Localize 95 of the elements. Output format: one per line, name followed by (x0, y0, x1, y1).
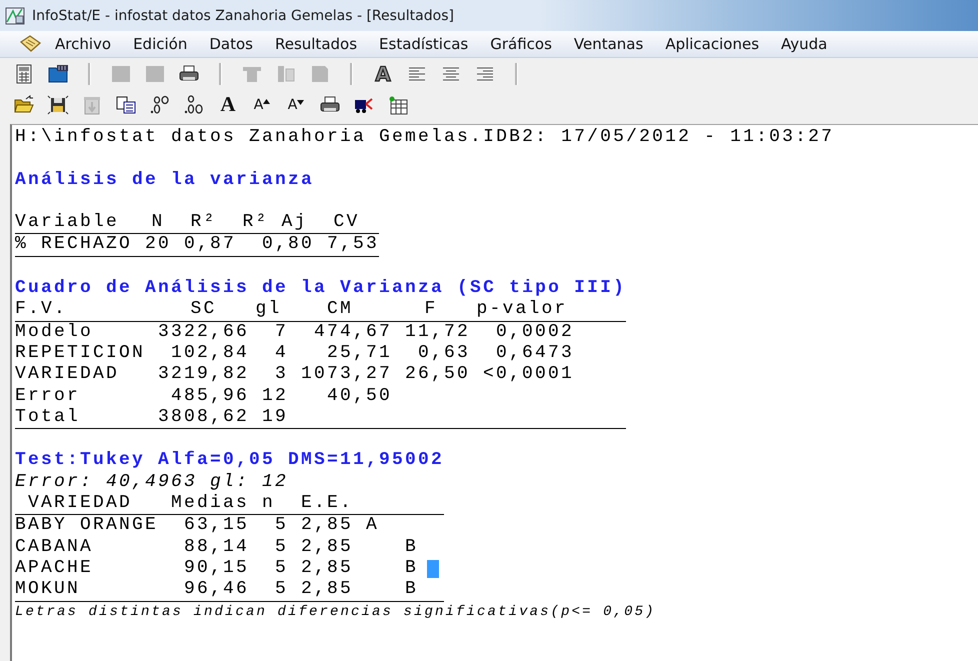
group-letter: B (404, 536, 418, 558)
table-cell-text: 2,85 (300, 515, 353, 537)
table-cell-text: 63,15 (182, 515, 249, 537)
table-cell-text: <0,0001 (482, 364, 574, 386)
table-cell-text: 40,50 (326, 386, 392, 407)
column-header: F.V. (15, 299, 68, 321)
menu-item[interactable]: Estadísticas (368, 35, 480, 53)
column-header: E.E. (300, 493, 353, 514)
table-cell: 20 (145, 234, 171, 256)
copy-icon (115, 94, 137, 116)
table-cell-text: 2,85 (300, 536, 353, 558)
table-cell-text: 11,72 (404, 322, 470, 343)
table-cell-text: 88,14 (182, 536, 249, 558)
folder-icon (47, 62, 69, 84)
table-cell-text: 5 (274, 515, 288, 537)
table-cell-text: 7 (274, 322, 288, 343)
footnote: Letras distintas indican diferencias significativas(p<= 0,05) (15, 602, 657, 622)
menu-item[interactable]: Ayuda (770, 35, 838, 53)
table-cell-text: 96,46 (182, 579, 249, 601)
table-cell-text: % RECHAZO (15, 234, 134, 256)
table-cell-text: 5 (274, 558, 288, 580)
table-cell-text: 7,53 (326, 234, 379, 256)
column-header: gl (254, 299, 282, 321)
menu-item[interactable]: Edición (122, 35, 198, 53)
table-cell: 3322,66 (158, 322, 249, 343)
table-cell-text: CABANA (15, 536, 94, 558)
table-cell-text: 4 (274, 342, 288, 364)
error-line: Error: 40,4963 gl: 12 (15, 472, 290, 494)
column-header: F (423, 299, 438, 321)
table-cell-text: 12 (260, 386, 288, 407)
table-cell-text: 1073,27 (300, 364, 392, 386)
table-cell-text: 5 (274, 536, 288, 558)
font-shrink-button[interactable]: A (282, 92, 310, 118)
caret-down-icon (297, 100, 304, 106)
table-cell-text: BABY ORANGE (15, 515, 160, 537)
floppy-icon (47, 94, 69, 116)
table-cell-text: 3 (274, 364, 288, 386)
table-cell-text: REPETICION (15, 342, 146, 364)
table-icon (387, 94, 409, 116)
file-path-line: H:\infostat datos Zanahoria Gemelas.IDB2: 17/05/2012 - 11:03:27 (15, 127, 836, 148)
decimal-decrease-icon (183, 94, 205, 116)
table-cell-text: 0,80 (260, 234, 314, 256)
column-header: SC (189, 299, 218, 321)
table-cell-text: Error (15, 386, 82, 407)
group-letter: B (404, 579, 418, 601)
table-cell-text: 102,84 (170, 342, 249, 364)
table-cell-text: Total (15, 406, 82, 428)
section-title: Cuadro de Análisis de la Varianza (SC tipo III) (15, 278, 628, 300)
table-cell-text: 5 (274, 579, 288, 601)
column-header: Variable (15, 212, 120, 234)
font-grow-button[interactable]: A (248, 92, 276, 118)
menu-item[interactable]: Ventanas (562, 35, 654, 53)
table-cell-text: 0,0002 (494, 322, 574, 343)
menu-item[interactable]: Datos (198, 35, 264, 53)
menu-item[interactable]: Resultados (264, 35, 368, 53)
table-cell-text: VARIEDAD (15, 364, 120, 386)
menu-item[interactable]: Archivo (44, 35, 122, 53)
column-header: R² (189, 212, 218, 234)
column-header: CV (332, 212, 360, 234)
table-cell-text: 474,67 (312, 322, 392, 343)
column-header: CM (326, 299, 354, 321)
table-cell: 3808,62 (158, 406, 249, 428)
table-cell-text: Modelo (15, 322, 94, 343)
table-cell-text: 2,85 (300, 579, 353, 601)
column-header: VARIEDAD (27, 493, 134, 514)
column-header: n (260, 493, 276, 514)
table-cell-text: 19 (260, 406, 288, 428)
table-cell-text: 26,50 (404, 364, 470, 386)
bold-button[interactable]: A (214, 92, 242, 118)
column-header: p-valor (475, 299, 568, 321)
table-cell-text: 0,63 (416, 342, 470, 364)
table-cell-text: 2,85 (300, 558, 353, 580)
table-cell: 3219,82 (158, 364, 249, 386)
table-cell-text: MOKUN (15, 579, 82, 601)
decimal-increase-icon (149, 94, 171, 116)
menu-item[interactable]: Gráficos (479, 35, 563, 53)
table-cell-text: 25,71 (326, 342, 392, 364)
table-cell-text: 0,6473 (494, 342, 574, 364)
notepad-icon (18, 34, 42, 54)
app-icon (4, 6, 26, 26)
group-letter: B (404, 558, 418, 580)
section-title: Análisis de la varianza (15, 170, 316, 191)
table-cell-text: 0,87 (182, 234, 236, 256)
group-letter: A (364, 515, 379, 537)
window-title: InfoStat/E - infostat datos Zanahoria Gemelas - [Resultados] (32, 8, 454, 24)
table-cell-text: APACHE (15, 558, 94, 580)
menu-item[interactable]: Aplicaciones (654, 35, 770, 53)
caret-up-icon (263, 98, 270, 104)
section-title: Test:Tukey Alfa=0,05 DMS=11,95002 (15, 450, 446, 472)
column-header: N (150, 212, 166, 234)
table-cell-text: 90,15 (182, 558, 249, 580)
column-header: R² Aj (241, 212, 308, 234)
table-cell-text: 485,96 (170, 386, 249, 407)
open-folder-icon (13, 94, 35, 116)
column-header: Medias (171, 493, 249, 514)
